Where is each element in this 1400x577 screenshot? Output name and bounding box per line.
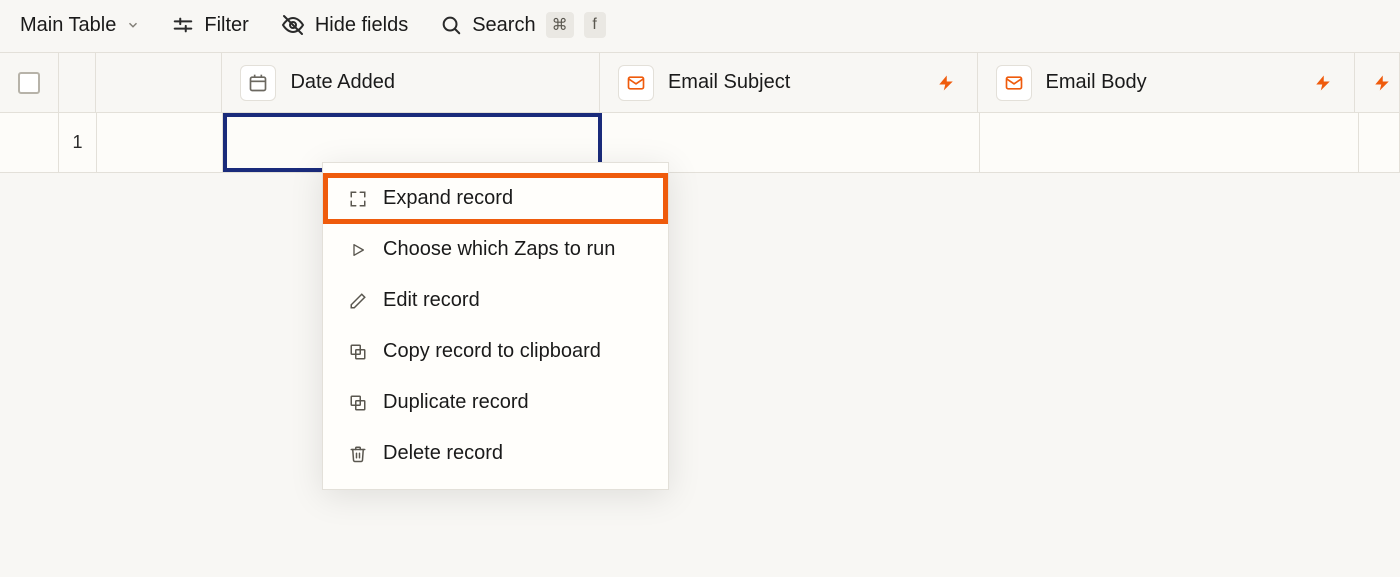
trash-icon [347,443,369,465]
eye-off-icon [281,13,305,37]
toolbar: Main Table Filter Hide fields Sea [0,0,1400,52]
menu-item-label: Expand record [383,187,513,210]
hide-fields-button[interactable]: Hide fields [281,13,408,37]
copy-icon [347,341,369,363]
bolt-icon [1373,74,1391,92]
data-grid: Date Added Email Subject [0,52,1400,173]
column-label: Email Subject [668,71,790,94]
duplicate-icon [347,392,369,414]
header-row: Date Added Email Subject [0,53,1400,113]
filter-button[interactable]: Filter [172,14,248,37]
menu-item-label: Edit record [383,289,480,312]
table-row[interactable]: 1 [0,113,1400,173]
search-button[interactable]: Search ⌘ f [440,12,605,38]
cell-extra[interactable] [1359,113,1400,172]
row-select-cell[interactable] [0,113,59,172]
select-all-cell[interactable] [0,53,59,112]
column-header-email-body[interactable]: Email Body [978,53,1356,112]
bolt-icon [937,74,955,92]
menu-delete-record[interactable]: Delete record [323,428,668,479]
spacer-header [96,53,222,112]
mail-icon [996,65,1032,101]
expand-icon [347,188,369,210]
spacer-cell[interactable] [97,113,223,172]
chevron-down-icon [126,18,140,32]
row-number: 1 [59,113,97,172]
checkbox-icon [18,72,40,94]
menu-copy-record[interactable]: Copy record to clipboard [323,326,668,377]
pencil-icon [347,290,369,312]
play-icon [347,239,369,261]
bolt-icon [1314,74,1332,92]
row-number-header [59,53,96,112]
menu-item-label: Choose which Zaps to run [383,238,615,261]
menu-choose-zaps[interactable]: Choose which Zaps to run [323,224,668,275]
view-selector[interactable]: Main Table [20,14,140,37]
column-header-extra[interactable] [1355,53,1400,112]
row-number-label: 1 [72,132,82,153]
cell-email-body[interactable] [980,113,1359,172]
filter-label: Filter [204,14,248,37]
kbd-cmd: ⌘ [546,12,574,38]
mail-icon [618,65,654,101]
context-menu: Expand record Choose which Zaps to run E… [322,162,669,490]
menu-edit-record[interactable]: Edit record [323,275,668,326]
column-header-email-subject[interactable]: Email Subject [600,53,978,112]
menu-item-label: Duplicate record [383,391,529,414]
kbd-f: f [584,12,606,38]
menu-item-label: Delete record [383,442,503,465]
sliders-icon [172,14,194,36]
search-icon [440,14,462,36]
menu-item-label: Copy record to clipboard [383,340,601,363]
view-selector-label: Main Table [20,14,116,37]
column-label: Date Added [290,71,395,94]
column-header-date-added[interactable]: Date Added [222,53,600,112]
menu-expand-record[interactable]: Expand record [323,173,668,224]
column-label: Email Body [1046,71,1147,94]
menu-duplicate-record[interactable]: Duplicate record [323,377,668,428]
search-label: Search [472,14,535,37]
hide-fields-label: Hide fields [315,14,408,37]
calendar-icon [240,65,276,101]
